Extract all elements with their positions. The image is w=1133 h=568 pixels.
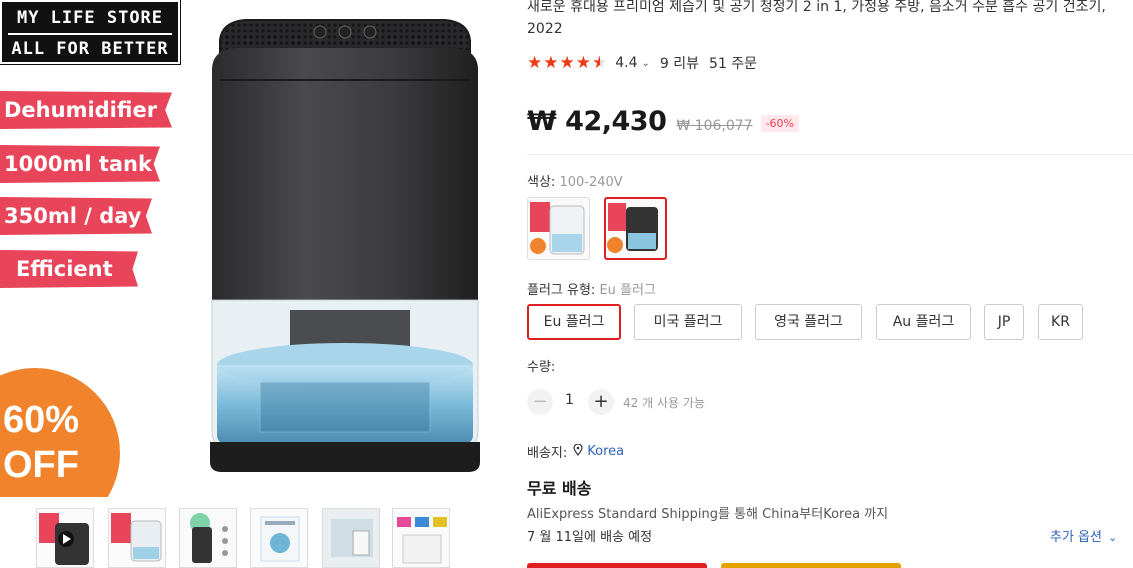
star-icon: ★	[543, 53, 559, 73]
discount-label: -60%	[760, 115, 799, 132]
rating-stars: ★ ★ ★ ★ ★	[527, 53, 607, 73]
color-option-black[interactable]	[604, 197, 667, 260]
original-price: ₩ 106,077	[676, 118, 753, 134]
thumbnail-4[interactable]	[250, 508, 308, 568]
plug-option-uk[interactable]: 영국 플러그	[755, 304, 862, 340]
more-shipping-options-link[interactable]: 추가 옵션 ⌄	[1050, 526, 1117, 545]
thumbnail-gallery	[36, 508, 466, 568]
feature-tag-tank: 1000ml tank	[0, 145, 160, 183]
color-option-white[interactable]	[527, 197, 590, 260]
thumbnail-3[interactable]	[179, 508, 237, 568]
feature-tag-capacity: 350ml / day	[0, 197, 152, 235]
quantity-value[interactable]: 1	[565, 392, 574, 408]
feature-tag-efficient: Efficient	[0, 250, 138, 288]
star-icon: ★	[559, 53, 575, 73]
plug-option-au[interactable]: Au 플러그	[876, 304, 971, 340]
current-price: ₩ 42,430	[527, 106, 667, 137]
shipping-method: AliExpress Standard Shipping를 통해 China부터…	[527, 507, 889, 522]
plug-option-eu[interactable]: Eu 플러그	[527, 304, 621, 340]
ship-to-label: 배송지:	[527, 446, 568, 461]
product-title: 새로운 휴대용 프리미엄 제습기 및 공기 청정기 2 in 1, 가정용 주방…	[527, 0, 1106, 37]
feature-tag-dehumidifier: Dehumidifier	[0, 91, 172, 129]
divider	[527, 154, 1133, 155]
buy-now-button[interactable]	[527, 563, 707, 568]
rating-score[interactable]: 4.4	[615, 55, 637, 71]
star-icon: ★	[575, 53, 591, 73]
thumbnail-5[interactable]	[322, 508, 380, 568]
review-count[interactable]: 9 리뷰	[660, 53, 699, 73]
dehumidifier-illustration	[210, 19, 480, 472]
thumbnail-6[interactable]	[392, 508, 450, 568]
color-label: 색상: 100-240V	[527, 175, 623, 190]
location-pin-icon	[573, 443, 583, 459]
plug-option-kr[interactable]: KR	[1038, 304, 1083, 340]
plug-option-jp[interactable]: JP	[984, 304, 1024, 340]
free-shipping-title: 무료 배송	[527, 479, 592, 498]
main-product-image[interactable]: MY LIFE STORE ALL FOR BETTER Dehumidifie…	[0, 0, 498, 497]
discount-badge-text: 60% OFF	[3, 399, 80, 486]
plug-type-value: Eu 플러그	[599, 283, 656, 298]
video-play-icon	[39, 513, 89, 565]
price-row: ₩ 42,430 ₩ 106,077 -60%	[527, 106, 799, 137]
quantity-increase-button[interactable]: +	[588, 389, 614, 415]
star-icon: ★	[527, 53, 543, 73]
add-to-cart-button[interactable]	[721, 563, 901, 568]
brand-line-2: ALL FOR BETTER	[11, 39, 169, 59]
plug-option-us[interactable]: 미국 플러그	[634, 304, 742, 340]
rating-row: ★ ★ ★ ★ ★ 4.4 ⌄ 9 리뷰 51 주문	[527, 53, 757, 73]
thumbnail-1-video[interactable]	[36, 508, 94, 568]
quantity-decrease-button[interactable]: −	[527, 389, 553, 415]
quantity-label: 수량:	[527, 360, 556, 375]
ship-to-row: 배송지: Korea	[527, 442, 624, 461]
brand-line-1: MY LIFE STORE	[16, 8, 164, 28]
chevron-down-icon: ⌄	[1107, 531, 1118, 544]
half-star-icon: ★	[592, 53, 608, 73]
color-value: 100-240V	[559, 175, 623, 190]
order-count: 51 주문	[709, 56, 758, 72]
thumbnail-2[interactable]	[108, 508, 166, 568]
plug-type-label: 플러그 유형: Eu 플러그	[527, 283, 656, 298]
action-buttons-partial	[527, 563, 1133, 568]
quantity-available: 42 개 사용 가능	[623, 396, 705, 410]
ship-to-country-link[interactable]: Korea	[587, 444, 624, 459]
chevron-down-icon[interactable]: ⌄	[642, 58, 650, 69]
brand-logo: MY LIFE STORE ALL FOR BETTER	[0, 0, 181, 65]
delivery-estimate: 7 월 11일에 배송 예정	[527, 530, 653, 545]
